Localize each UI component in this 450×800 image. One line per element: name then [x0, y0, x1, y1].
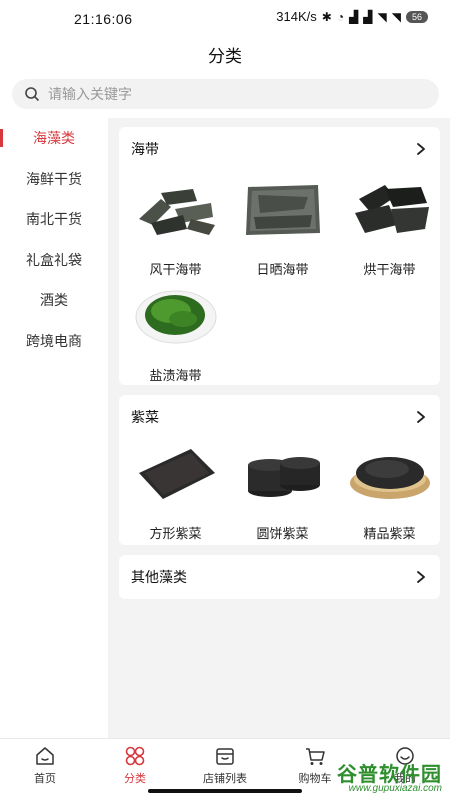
product-label: 盐渍海带	[149, 368, 202, 383]
sidebar-item-cross-border[interactable]: 跨境电商	[0, 321, 108, 362]
product-label: 烘干海带	[363, 262, 416, 277]
nav-home[interactable]: 首页	[0, 743, 90, 787]
nav-label: 首页	[34, 773, 56, 785]
section-title: 海带	[131, 141, 159, 157]
chevron-right-icon	[417, 411, 425, 423]
nav-label: 店铺列表	[203, 773, 247, 785]
round-laver-image	[247, 457, 320, 497]
nav-label: 分类	[124, 773, 146, 785]
sun-dried-kelp-image	[245, 185, 320, 235]
search-input[interactable]	[48, 86, 408, 102]
chevron-right-icon	[417, 571, 425, 583]
home-indicator[interactable]	[148, 789, 302, 793]
signal-icon: ▟	[349, 9, 359, 24]
page-title: 分类	[208, 47, 242, 66]
battery-icon: 56	[406, 10, 428, 23]
square-laver-image	[138, 449, 215, 499]
search-icon	[25, 87, 39, 101]
product-item[interactable]: 烘干海带	[336, 179, 443, 283]
category-content: 海带 风干海带 日晒海带 烘干海带 盐渍海带 紫菜 方形紫菜 圆饼紫菜 精品紫菜…	[108, 118, 450, 738]
signal-icon-2: ▟	[363, 9, 373, 24]
product-item[interactable]: 日晒海带	[229, 179, 336, 283]
network-speed: 314K/s	[276, 9, 317, 24]
search-bar[interactable]	[12, 79, 439, 109]
grid-icon	[125, 746, 145, 766]
sidebar-item-label: 海藻类	[33, 130, 75, 147]
nav-store-list[interactable]: 店铺列表	[180, 743, 270, 787]
sidebar-item-liquor[interactable]: 酒类	[0, 280, 108, 321]
section-header[interactable]: 海带	[131, 127, 428, 171]
section-laver: 紫菜 方形紫菜 圆饼紫菜 精品紫菜	[119, 395, 440, 545]
sidebar-item-label: 酒类	[40, 292, 68, 309]
section-other-algae[interactable]: 其他藻类	[119, 555, 440, 599]
chevron-right-icon	[417, 143, 425, 155]
premium-laver-image	[349, 457, 430, 499]
sidebar-item-dried-goods[interactable]: 南北干货	[0, 199, 108, 240]
sidebar-item-label: 跨境电商	[26, 332, 82, 349]
product-label: 风干海带	[149, 262, 202, 277]
product-label: 日晒海带	[256, 262, 309, 277]
product-item[interactable]: 盐渍海带	[122, 285, 229, 389]
baked-kelp-image	[354, 185, 429, 233]
wifi-icon-2: ◥	[391, 9, 401, 24]
status-bar: 21:16:06 314K/s ✱ ◔ ▟ ▟ ◥ ◥ 56	[0, 0, 450, 38]
sidebar-item-label: 南北干货	[26, 211, 82, 228]
product-label: 圆饼紫菜	[256, 526, 309, 541]
wifi-icon: ◥	[377, 9, 387, 24]
sidebar-item-label: 礼盒礼袋	[26, 251, 82, 268]
alarm-icon: ◔	[336, 9, 345, 24]
section-title: 其他藻类	[131, 569, 187, 585]
sidebar-item-gift-boxes[interactable]: 礼盒礼袋	[0, 240, 108, 281]
status-icons: 314K/s ✱ ◔ ▟ ▟ ◥ ◥ 56	[276, 9, 428, 24]
sidebar-item-seaweed[interactable]: 海藻类	[0, 118, 108, 159]
watermark: 谷普软件园 www.gupuxiazai.com	[310, 758, 448, 798]
section-header[interactable]: 紫菜	[131, 395, 428, 439]
category-sidebar: 海藻类 海鲜干货 南北干货 礼盒礼袋 酒类 跨境电商	[0, 118, 108, 738]
nav-category[interactable]: 分类	[90, 743, 180, 787]
home-icon	[36, 747, 54, 765]
section-title: 紫菜	[131, 409, 159, 425]
watermark-url: www.gupuxiazai.com	[348, 783, 442, 794]
bluetooth-icon: ✱	[321, 9, 332, 24]
section-header[interactable]: 其他藻类	[131, 555, 428, 599]
sidebar-item-label: 海鲜干货	[26, 170, 82, 187]
dried-kelp-image	[138, 189, 215, 235]
status-time: 21:16:06	[74, 11, 133, 27]
product-label: 精品紫菜	[363, 526, 416, 541]
product-label: 方形紫菜	[149, 526, 202, 541]
product-item[interactable]: 风干海带	[122, 179, 229, 283]
product-item[interactable]: 精品紫菜	[336, 443, 443, 547]
product-item[interactable]: 方形紫菜	[122, 443, 229, 547]
store-icon	[216, 748, 234, 765]
salted-kelp-image	[135, 290, 216, 344]
sidebar-item-dried-seafood[interactable]: 海鲜干货	[0, 159, 108, 200]
section-kelp: 海带 风干海带 日晒海带 烘干海带 盐渍海带	[119, 127, 440, 385]
product-item[interactable]: 圆饼紫菜	[229, 443, 336, 547]
